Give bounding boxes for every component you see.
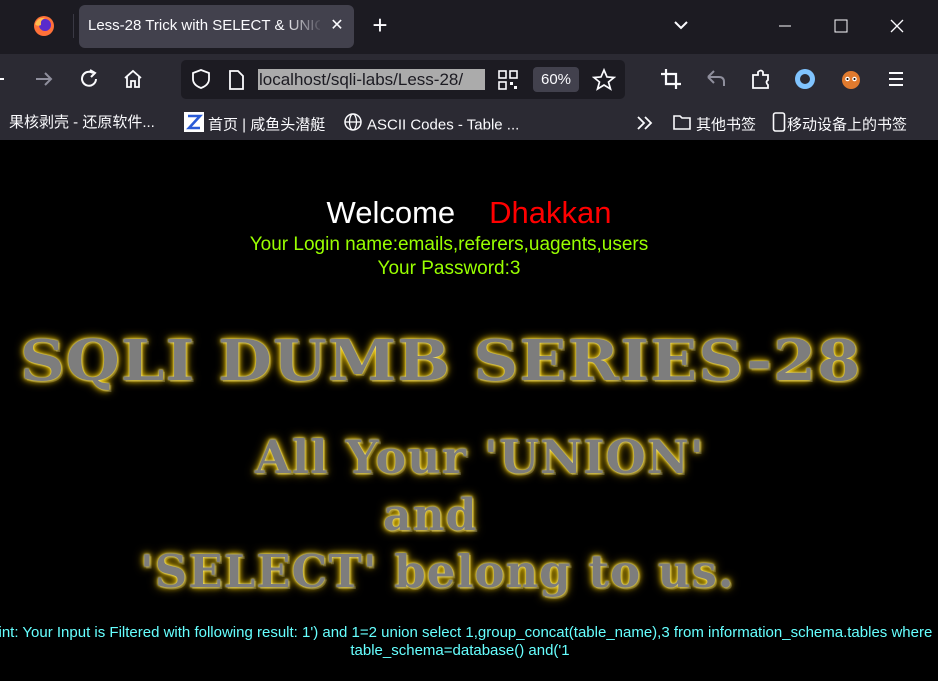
welcome-heading: Welcome Dhakkan	[0, 195, 938, 231]
bookmark-label: 其他书签	[696, 116, 757, 134]
banner-line-union: All Your 'UNION'	[255, 430, 705, 484]
filter-hint-text: Hint: Your Input is Filtered with follow…	[0, 624, 933, 659]
tab-title-fade	[284, 11, 324, 41]
user-name: Dhakkan	[489, 195, 612, 230]
bookmark-item[interactable]: 果核剥壳 - 还原软件...	[9, 112, 155, 134]
extensions-puzzle-icon[interactable]	[748, 66, 774, 92]
maximize-icon[interactable]	[826, 12, 856, 40]
back-icon[interactable]	[0, 66, 16, 92]
qr-code-icon[interactable]	[497, 69, 519, 96]
login-name-output: Your Login name:emails,referers,uagents,…	[249, 234, 649, 255]
shield-icon[interactable]	[190, 68, 212, 95]
minimize-icon[interactable]	[770, 12, 800, 40]
bookmark-item[interactable]: 首页 | 咸鱼头潜艇	[184, 112, 325, 134]
firefox-logo-icon[interactable]	[32, 14, 56, 38]
navigation-toolbar: localhost/sqli-labs/Less-28/ 60%	[0, 54, 938, 104]
banner-line-select: 'SELECT' belong to us.	[140, 545, 735, 598]
close-window-icon[interactable]	[882, 12, 912, 40]
bookmark-star-icon[interactable]	[591, 67, 617, 97]
reload-icon[interactable]	[76, 66, 102, 92]
bookmarks-toolbar: 果核剥壳 - 还原软件... 首页 | 咸鱼头潜艇 ASCII Codes - …	[0, 104, 938, 140]
tab-separator	[73, 14, 74, 38]
bookmark-folder-mobile[interactable]: 移动设备上的书签	[772, 112, 907, 134]
screenshot-crop-icon[interactable]	[658, 66, 684, 92]
url-text[interactable]: localhost/sqli-labs/Less-28/	[258, 69, 485, 90]
welcome-text: Welcome	[326, 195, 456, 230]
globe-icon	[343, 112, 363, 139]
account-circle-icon[interactable]	[792, 66, 818, 92]
tab-bar: Less-28 Trick with SELECT & UNION ✕ +	[0, 0, 938, 54]
undo-icon[interactable]	[703, 66, 729, 92]
tampermonkey-extension-icon[interactable]	[838, 66, 864, 92]
url-bar[interactable]: localhost/sqli-labs/Less-28/ 60%	[181, 60, 625, 99]
bookmark-item[interactable]: ASCII Codes - Table ...	[343, 112, 519, 134]
banner-title: SQLI DUMB SERIES-28	[20, 328, 862, 394]
banner-line-and: and	[383, 490, 478, 541]
page-viewport: Welcome Dhakkan Your Login name:emails,re…	[0, 140, 938, 681]
bookmark-label: 移动设备上的书签	[787, 116, 908, 134]
bookmark-label: 首页 | 咸鱼头潜艇	[208, 116, 326, 134]
bookmark-label: 果核剥壳 - 还原软件...	[9, 114, 155, 131]
page-info-icon[interactable]	[226, 69, 246, 96]
bookmark-label: ASCII Codes - Table ...	[367, 116, 520, 134]
bookmark-folder-other[interactable]: 其他书签	[672, 112, 756, 134]
hamburger-menu-icon[interactable]	[883, 66, 909, 92]
tab-list-chevron-icon[interactable]	[666, 12, 696, 40]
zoom-indicator[interactable]: 60%	[533, 67, 579, 92]
home-icon[interactable]	[120, 66, 146, 92]
mobile-device-icon	[772, 112, 786, 139]
tab-close-icon[interactable]: ✕	[326, 15, 348, 37]
folder-icon	[672, 112, 692, 139]
new-tab-icon[interactable]: +	[368, 12, 392, 38]
z-site-icon	[184, 112, 204, 139]
bookmarks-overflow-icon[interactable]	[635, 112, 655, 134]
password-output: Your Password:3	[377, 258, 521, 279]
tab-active[interactable]: Less-28 Trick with SELECT & UNION ✕	[79, 5, 354, 48]
forward-icon[interactable]	[31, 66, 57, 92]
